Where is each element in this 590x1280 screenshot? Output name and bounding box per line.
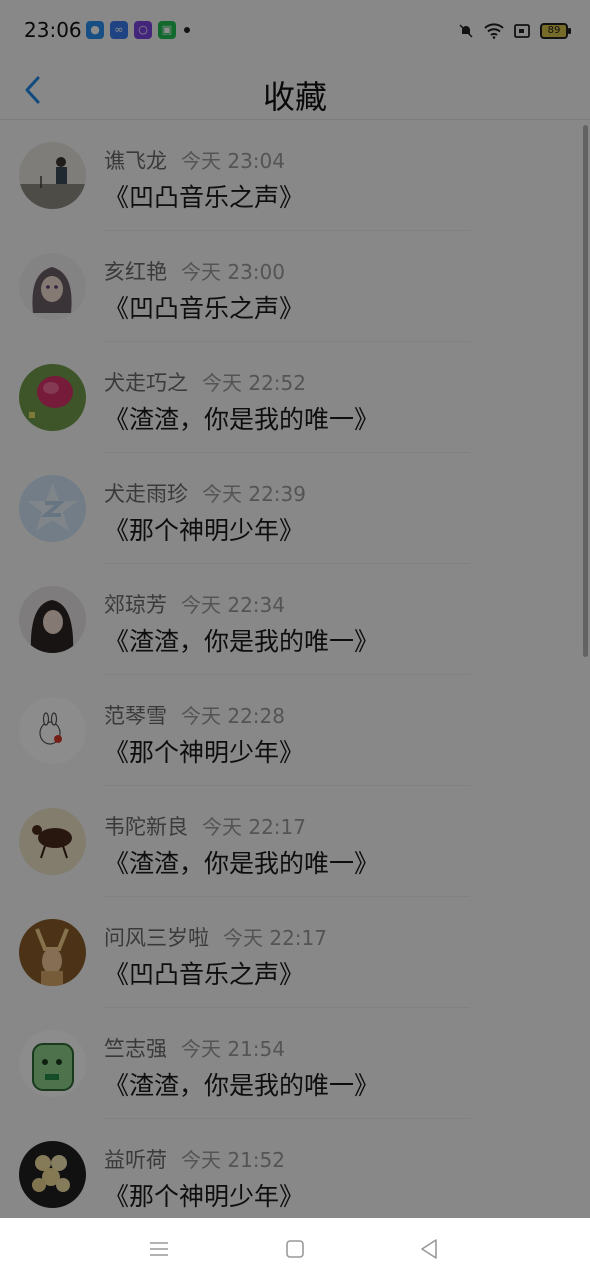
home-icon[interactable] xyxy=(280,1234,310,1264)
favorite-user: 犬走巧之 今天 22:52 xyxy=(104,367,306,397)
favorites-list: 谯飞龙 今天 23:04 《凹凸音乐之声》 亥红艳 今天 23:00 《凹凸音乐之声… xyxy=(0,120,590,1218)
avatar[interactable] xyxy=(19,586,86,653)
list-item[interactable]: 范琴雪 今天 22:28 《那个神明少年》 xyxy=(0,675,590,786)
user-name: 益听荷 xyxy=(104,1148,167,1172)
android-app-icon: ▣ xyxy=(158,21,176,39)
favorite-title: 《那个神明少年》 xyxy=(104,738,305,767)
favorite-time: 今天 22:17 xyxy=(223,926,327,950)
infinity-app-icon: ∞ xyxy=(110,21,128,39)
list-item[interactable]: 亥红艳 今天 23:00 《凹凸音乐之声》 xyxy=(0,231,590,342)
favorite-user: 谯飞龙 今天 23:04 xyxy=(104,145,285,175)
avatar[interactable] xyxy=(19,253,86,320)
avatar[interactable] xyxy=(19,475,86,542)
favorite-user: 益听荷 今天 21:52 xyxy=(104,1144,285,1174)
status-indicators: 89 xyxy=(458,20,571,42)
favorite-time: 今天 22:52 xyxy=(202,371,306,395)
user-name: 范琴雪 xyxy=(104,704,167,728)
page-header: 收藏 xyxy=(0,60,590,120)
list-item[interactable]: 问风三岁啦 今天 22:17 《凹凸音乐之声》 xyxy=(0,897,590,1008)
avatar[interactable] xyxy=(19,364,86,431)
list-item[interactable]: 郊琼芳 今天 22:34 《渣渣，你是我的唯一》 xyxy=(0,564,590,675)
notification-app-icon: ● xyxy=(86,21,104,39)
wifi-icon xyxy=(484,23,504,39)
favorite-time: 今天 22:17 xyxy=(202,815,306,839)
avatar[interactable] xyxy=(19,1030,86,1097)
list-item[interactable]: 竺志强 今天 21:54 《渣渣，你是我的唯一》 xyxy=(0,1008,590,1119)
favorite-user: 犬走雨珍 今天 22:39 xyxy=(104,478,306,508)
menu-icon[interactable] xyxy=(144,1234,174,1264)
favorite-user: 郊琼芳 今天 22:34 xyxy=(104,589,285,619)
list-item[interactable]: 谯飞龙 今天 23:04 《凹凸音乐之声》 xyxy=(0,120,590,231)
favorite-title: 《渣渣，你是我的唯一》 xyxy=(104,1071,380,1100)
favorite-title: 《凹凸音乐之声》 xyxy=(104,960,305,989)
avatar[interactable] xyxy=(19,919,86,986)
favorite-time: 今天 22:28 xyxy=(181,704,285,728)
system-nav-bar xyxy=(0,1218,590,1280)
favorite-time: 今天 22:39 xyxy=(202,482,306,506)
list-item[interactable]: 韦陀新良 今天 22:17 《渣渣，你是我的唯一》 xyxy=(0,786,590,897)
avatar[interactable] xyxy=(19,1141,86,1208)
avatar[interactable] xyxy=(19,142,86,209)
user-name: 郊琼芳 xyxy=(104,593,167,617)
favorite-time: 今天 23:00 xyxy=(181,260,285,284)
favorite-user: 问风三岁啦 今天 22:17 xyxy=(104,922,327,952)
screen-cast-icon xyxy=(514,24,530,38)
favorite-time: 今天 21:54 xyxy=(181,1037,285,1061)
favorite-user: 竺志强 今天 21:54 xyxy=(104,1033,285,1063)
favorite-title: 《凹凸音乐之声》 xyxy=(104,294,305,323)
list-item[interactable]: 犬走雨珍 今天 22:39 《那个神明少年》 xyxy=(0,453,590,564)
more-notifications-dot xyxy=(184,27,190,33)
avatar[interactable] xyxy=(19,808,86,875)
favorite-title: 《渣渣，你是我的唯一》 xyxy=(104,627,380,656)
favorite-title: 《渣渣，你是我的唯一》 xyxy=(104,849,380,878)
favorite-time: 今天 22:34 xyxy=(181,593,285,617)
list-item[interactable]: 犬走巧之 今天 22:52 《渣渣，你是我的唯一》 xyxy=(0,342,590,453)
list-item[interactable]: 益听荷 今天 21:52 《那个神明少年》 xyxy=(0,1119,590,1218)
user-name: 犬走巧之 xyxy=(104,371,188,395)
battery-icon: 89 xyxy=(540,23,571,39)
favorite-title: 《那个神明少年》 xyxy=(104,1182,305,1211)
favorite-user: 范琴雪 今天 22:28 xyxy=(104,700,285,730)
favorite-user: 亥红艳 今天 23:00 xyxy=(104,256,285,286)
avatar[interactable] xyxy=(19,697,86,764)
user-name: 谯飞龙 xyxy=(104,149,167,173)
favorite-time: 今天 23:04 xyxy=(181,149,285,173)
user-name: 韦陀新良 xyxy=(104,815,188,839)
user-name: 亥红艳 xyxy=(104,260,167,284)
favorite-user: 韦陀新良 今天 22:17 xyxy=(104,811,306,841)
favorite-time: 今天 21:52 xyxy=(181,1148,285,1172)
favorite-title: 《渣渣，你是我的唯一》 xyxy=(104,405,380,434)
user-name: 问风三岁啦 xyxy=(104,926,209,950)
favorite-title: 《凹凸音乐之声》 xyxy=(104,183,305,212)
scrollbar[interactable] xyxy=(583,125,588,657)
app-screen: 23:06 ● ∞ ○ ▣ 89 收藏 谯飞龙 今天 23:04 《凹凸音乐之声… xyxy=(0,0,590,1218)
mute-bell-icon xyxy=(459,24,473,38)
page-title: 收藏 xyxy=(262,78,327,116)
user-name: 竺志强 xyxy=(104,1037,167,1061)
status-time: 23:06 xyxy=(24,18,82,42)
status-bar: 23:06 ● ∞ ○ ▣ 89 xyxy=(0,0,590,60)
chat-app-icon: ○ xyxy=(134,21,152,39)
back-triangle-icon[interactable] xyxy=(414,1234,444,1264)
favorite-title: 《那个神明少年》 xyxy=(104,516,305,545)
user-name: 犬走雨珍 xyxy=(104,482,188,506)
